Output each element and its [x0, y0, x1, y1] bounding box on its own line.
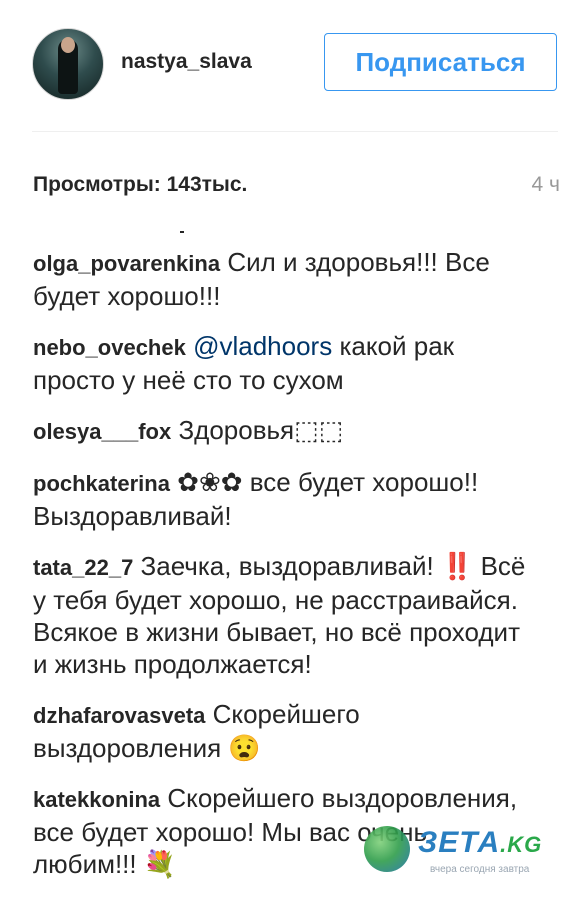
watermark-tagline: вчера сегодня завтра: [430, 864, 530, 875]
comment-username[interactable]: nebo_ovechek: [33, 335, 186, 360]
follow-button[interactable]: Подписаться: [324, 33, 557, 91]
view-count: Просмотры: 143тыс.: [33, 173, 248, 196]
comment-item: tata_22_7 Заечка, выздоравливай! ‼️ Всё …: [33, 550, 533, 680]
watermark-domain: .KG: [500, 832, 543, 857]
site-watermark: ЗЕТА.KG вчера сегодня завтра: [360, 818, 570, 881]
watermark-brand-name: ЗЕТА: [418, 826, 501, 859]
comment-item: pochkaterina ✿❀✿ все будет хорошо!! Вызд…: [33, 466, 533, 532]
comment-username[interactable]: olesya___fox: [33, 419, 171, 444]
comment-item: olesya___fox Здоровья⬚⬚: [33, 414, 533, 448]
comment-mention[interactable]: @vladhoors: [193, 331, 332, 361]
profile-username[interactable]: nastya_slava: [121, 50, 252, 74]
comment-list: olga_povarenkina Сил и здоровья!!! Все б…: [33, 246, 533, 898]
post-header: nastya_slava Подписаться: [0, 0, 570, 125]
comment-username[interactable]: dzhafarovasveta: [33, 703, 205, 728]
comment-username[interactable]: olga_povarenkina: [33, 251, 220, 276]
comment-item: nebo_ovechek @vladhoors какой рак просто…: [33, 330, 533, 396]
comment-item: olga_povarenkina Сил и здоровья!!! Все б…: [33, 246, 533, 312]
comment-text: Здоровья⬚⬚: [178, 415, 344, 445]
watermark-brand: ЗЕТА.KG: [418, 826, 542, 860]
globe-logo-icon: [364, 826, 410, 872]
post-time[interactable]: 4 ч: [532, 173, 560, 197]
avatar-head: [61, 37, 75, 53]
comment-username[interactable]: tata_22_7: [33, 555, 133, 580]
header-divider: [32, 131, 558, 132]
avatar[interactable]: [32, 28, 104, 100]
comment-item: dzhafarovasveta Скорейшего выздоровления…: [33, 698, 533, 764]
separator-dot: [180, 231, 184, 233]
comment-username[interactable]: katekkonina: [33, 787, 160, 812]
comment-username[interactable]: pochkaterina: [33, 471, 170, 496]
